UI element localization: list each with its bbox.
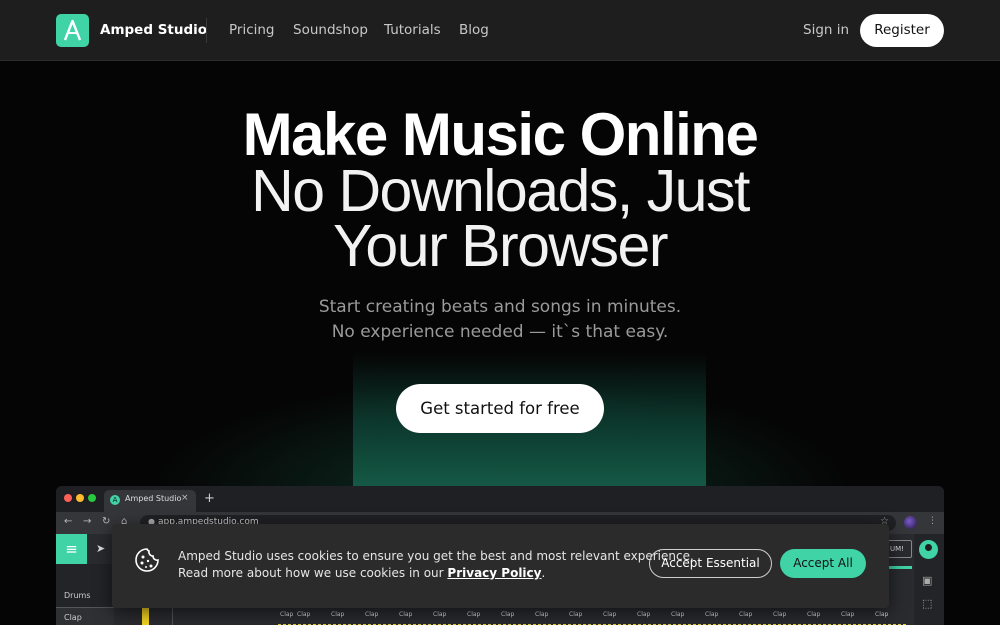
- register-button[interactable]: Register: [860, 14, 944, 47]
- cookie-message: Amped Studio uses cookies to ensure you …: [178, 548, 694, 582]
- clip-label: Clap: [739, 611, 753, 618]
- cookie-message-prefix: Read more about how we use cookies in ou…: [178, 566, 448, 580]
- selection-icon: ⬚: [922, 597, 933, 610]
- nav-divider: [206, 18, 207, 43]
- track-color-marker: [142, 608, 149, 625]
- browser-tab-bar: A Amped Studio × +: [56, 486, 944, 512]
- clip-label: Clap: [569, 611, 583, 618]
- nav-link-pricing[interactable]: Pricing: [229, 22, 275, 38]
- grid-line: [172, 606, 173, 625]
- hero-subtitle-line-1: Start creating beats and songs in minute…: [318, 297, 682, 317]
- clip-label: Clap: [841, 611, 855, 618]
- track-group-label: Drums: [64, 591, 91, 600]
- accept-all-button[interactable]: Accept All: [780, 549, 866, 578]
- amped-logo-icon[interactable]: [56, 14, 89, 47]
- accept-essential-button[interactable]: Accept Essential: [649, 549, 772, 578]
- hero-subtitle-line-2: No experience needed — it`s that easy.: [331, 322, 669, 342]
- clip-label: Clap: [535, 611, 549, 618]
- clip-label: Clap: [297, 611, 311, 618]
- level-strip: [886, 566, 912, 569]
- clip-label: Clap: [773, 611, 787, 618]
- amped-favicon-icon: A: [110, 495, 120, 505]
- clip-label: Clap: [637, 611, 651, 618]
- get-started-button[interactable]: Get started for free: [396, 384, 604, 433]
- clip-label: Clap: [399, 611, 413, 618]
- tab-title: Amped Studio: [125, 494, 182, 503]
- clip-label: Clap: [501, 611, 515, 618]
- nav-link-soundshop[interactable]: Soundshop: [293, 22, 368, 38]
- cookie-message-line-2: Read more about how we use cookies in ou…: [178, 565, 694, 582]
- cookie-icon: [134, 547, 160, 577]
- forward-arrow-icon: →: [83, 516, 92, 527]
- hero-title-line-3: Your Browser: [333, 213, 668, 279]
- browser-tab: A Amped Studio ×: [104, 490, 196, 512]
- cookie-banner: Amped Studio uses cookies to ensure you …: [112, 524, 889, 608]
- nav-link-blog[interactable]: Blog: [459, 22, 489, 38]
- clip-label: Clap: [705, 611, 719, 618]
- hamburger-menu-icon: ≡: [56, 534, 87, 564]
- clip-label: Clap: [875, 611, 889, 618]
- clip-label: Clap: [280, 611, 294, 618]
- privacy-policy-link[interactable]: Privacy Policy: [447, 566, 541, 580]
- clip-label: Clap: [433, 611, 447, 618]
- clip-label: Clap: [467, 611, 481, 618]
- cookie-message-line-1: Amped Studio uses cookies to ensure you …: [178, 549, 694, 563]
- clip-label: Clap: [671, 611, 685, 618]
- clip-label: Clap: [331, 611, 345, 618]
- back-arrow-icon: ←: [64, 516, 73, 527]
- close-dot-icon: [64, 494, 72, 502]
- nav-link-tutorials[interactable]: Tutorials: [384, 22, 441, 38]
- brand-name[interactable]: Amped Studio: [100, 22, 207, 38]
- cookie-message-suffix: .: [541, 566, 546, 580]
- sign-in-link[interactable]: Sign in: [803, 22, 849, 38]
- cursor-tool-icon: ➤: [96, 542, 106, 555]
- profile-avatar-icon: [904, 516, 917, 529]
- minimize-dot-icon: [76, 494, 84, 502]
- kebab-menu-icon: ⋮: [928, 516, 937, 526]
- user-avatar-icon: [919, 540, 938, 559]
- save-icon: ▣: [922, 574, 933, 587]
- clip-label: Clap: [365, 611, 379, 618]
- top-navigation: Amped Studio Pricing Soundshop Tutorials…: [0, 0, 1000, 61]
- clip-label: Clap: [807, 611, 821, 618]
- clip-label: Clap: [603, 611, 617, 618]
- tab-close-icon: ×: [181, 493, 189, 503]
- track-name-label: Clap: [64, 613, 82, 622]
- maximize-dot-icon: [88, 494, 96, 502]
- new-tab-icon: +: [204, 491, 215, 506]
- reload-icon: ↻: [102, 516, 111, 527]
